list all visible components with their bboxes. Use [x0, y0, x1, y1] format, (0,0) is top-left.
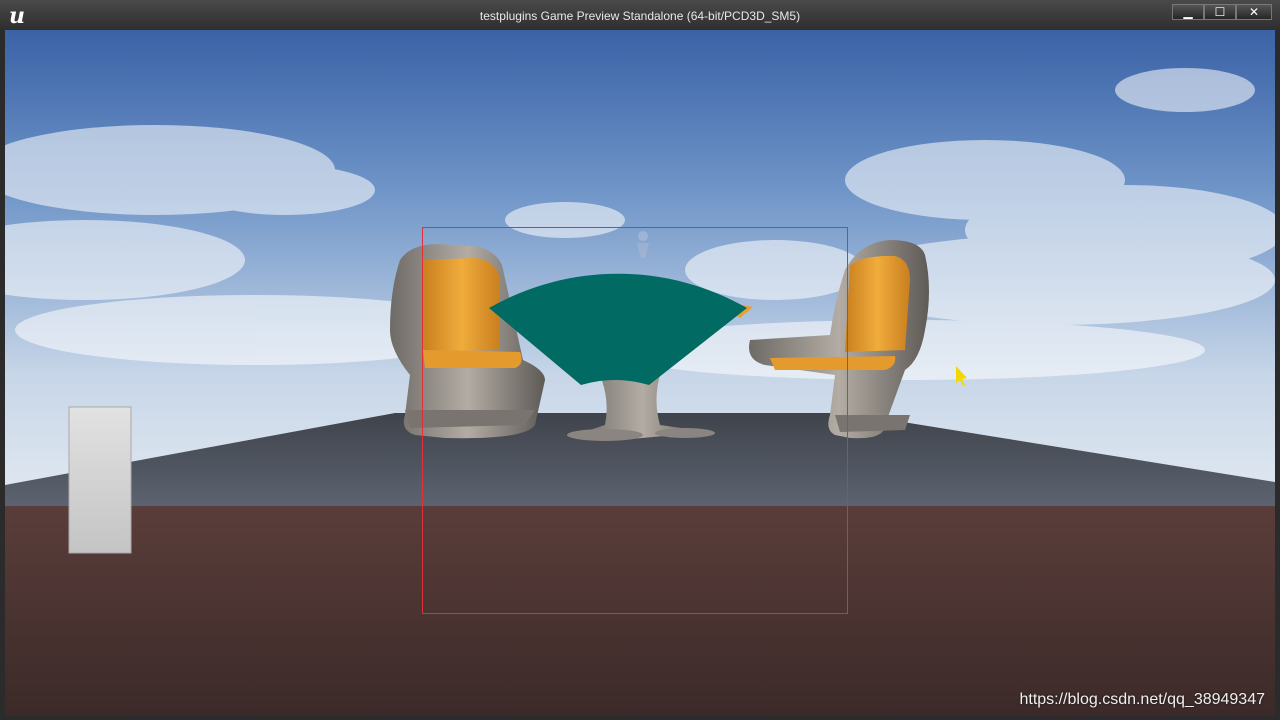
- window-title: testplugins Game Preview Standalone (64-…: [479, 9, 801, 23]
- maximize-button[interactable]: ☐: [1204, 4, 1236, 20]
- title-bar[interactable]: u testplugins Game Preview Standalone (6…: [0, 0, 1280, 30]
- ground: [5, 506, 1275, 716]
- window-controls: ▁ ☐ ✕: [1172, 4, 1272, 22]
- side-panel-widget[interactable]: [68, 406, 132, 554]
- game-preview-window: u testplugins Game Preview Standalone (6…: [0, 0, 1280, 720]
- scene-render: [5, 30, 1275, 716]
- close-button[interactable]: ✕: [1236, 4, 1272, 20]
- maximize-icon: ☐: [1214, 5, 1226, 19]
- game-viewport[interactable]: https://blog.csdn.net/qq_38949347: [5, 30, 1275, 716]
- minimize-icon: ▁: [1183, 5, 1193, 19]
- close-icon: ✕: [1248, 5, 1260, 19]
- minimize-button[interactable]: ▁: [1172, 4, 1204, 20]
- watermark-text: https://blog.csdn.net/qq_38949347: [1019, 691, 1265, 708]
